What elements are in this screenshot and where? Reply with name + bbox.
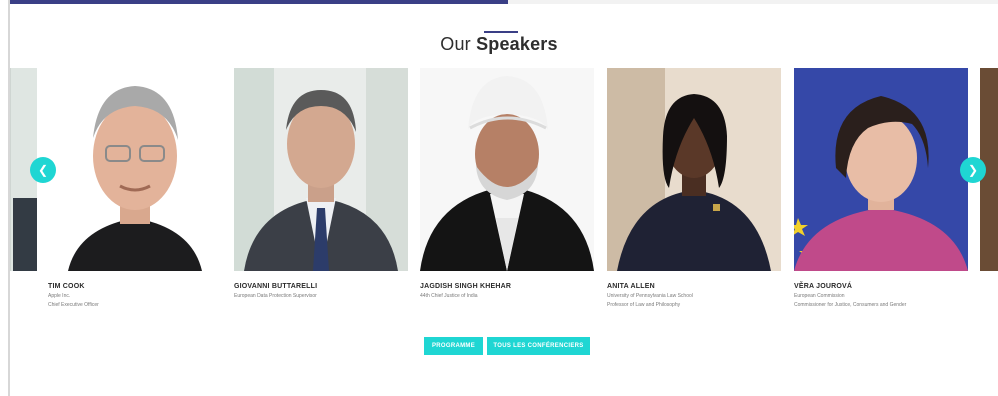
title-accent-line [484, 31, 518, 33]
speakers-carousel: TIM COOK Apple Inc. Chief Executive Offi… [10, 68, 998, 328]
speaker-role-line1: University of Pennsylvania Law School [607, 293, 693, 299]
speaker-role-line2: Chief Executive Officer [48, 302, 99, 308]
section-title-part1: Our [440, 34, 471, 54]
speaker-photo [607, 68, 781, 271]
top-progress-bar [10, 0, 508, 4]
speaker-name: TIM COOK [48, 283, 85, 290]
speaker-card-jagdish-singh-khehar[interactable]: JAGDISH SINGH KHEHAR 44th Chief Justice … [420, 68, 594, 302]
speaker-role-line1: European Commission [794, 293, 845, 299]
speaker-name: JAGDISH SINGH KHEHAR [420, 283, 512, 290]
all-speakers-button[interactable]: TOUS LES CONFÉRENCIERS [487, 337, 590, 355]
speaker-card-tim-cook[interactable]: TIM COOK Apple Inc. Chief Executive Offi… [48, 68, 222, 308]
speaker-name: GIOVANNI BUTTARELLI [234, 283, 318, 290]
speaker-photo [234, 68, 408, 271]
speaker-card-giovanni-buttarelli[interactable]: GIOVANNI BUTTARELLI European Data Protec… [234, 68, 408, 302]
speaker-role-line2: Professor of Law and Philosophy [607, 302, 681, 308]
carousel-next-button[interactable]: ❯ [960, 157, 986, 183]
section-title-part2: Speakers [476, 34, 558, 54]
section-title: Our Speakers [0, 34, 998, 55]
programme-button[interactable]: PROGRAMME [424, 337, 483, 355]
carousel-prev-button[interactable]: ❮ [30, 157, 56, 183]
speaker-card-anita-allen[interactable]: ANITA ALLEN University of Pennsylvania L… [607, 68, 781, 308]
speaker-photo [794, 68, 968, 271]
chevron-right-icon: ❯ [967, 163, 979, 177]
speaker-name: VĚRA JOUROVÁ [794, 283, 853, 290]
speaker-role-line1: European Data Protection Supervisor [234, 293, 317, 299]
speaker-role-line1: Apple Inc. [48, 293, 71, 299]
speaker-role-line1: 44th Chief Justice of India [420, 293, 478, 299]
chevron-left-icon: ❮ [37, 163, 49, 177]
speaker-photo [420, 68, 594, 271]
top-progress-track [508, 0, 998, 4]
speaker-name: ANITA ALLEN [607, 283, 655, 290]
speaker-role-line2: Commissioner for Justice, Consumers and … [794, 302, 907, 308]
speaker-card-vera-jourova[interactable]: VĚRA JOUROVÁ European Commission Commiss… [794, 68, 968, 308]
speaker-photo [48, 68, 222, 271]
